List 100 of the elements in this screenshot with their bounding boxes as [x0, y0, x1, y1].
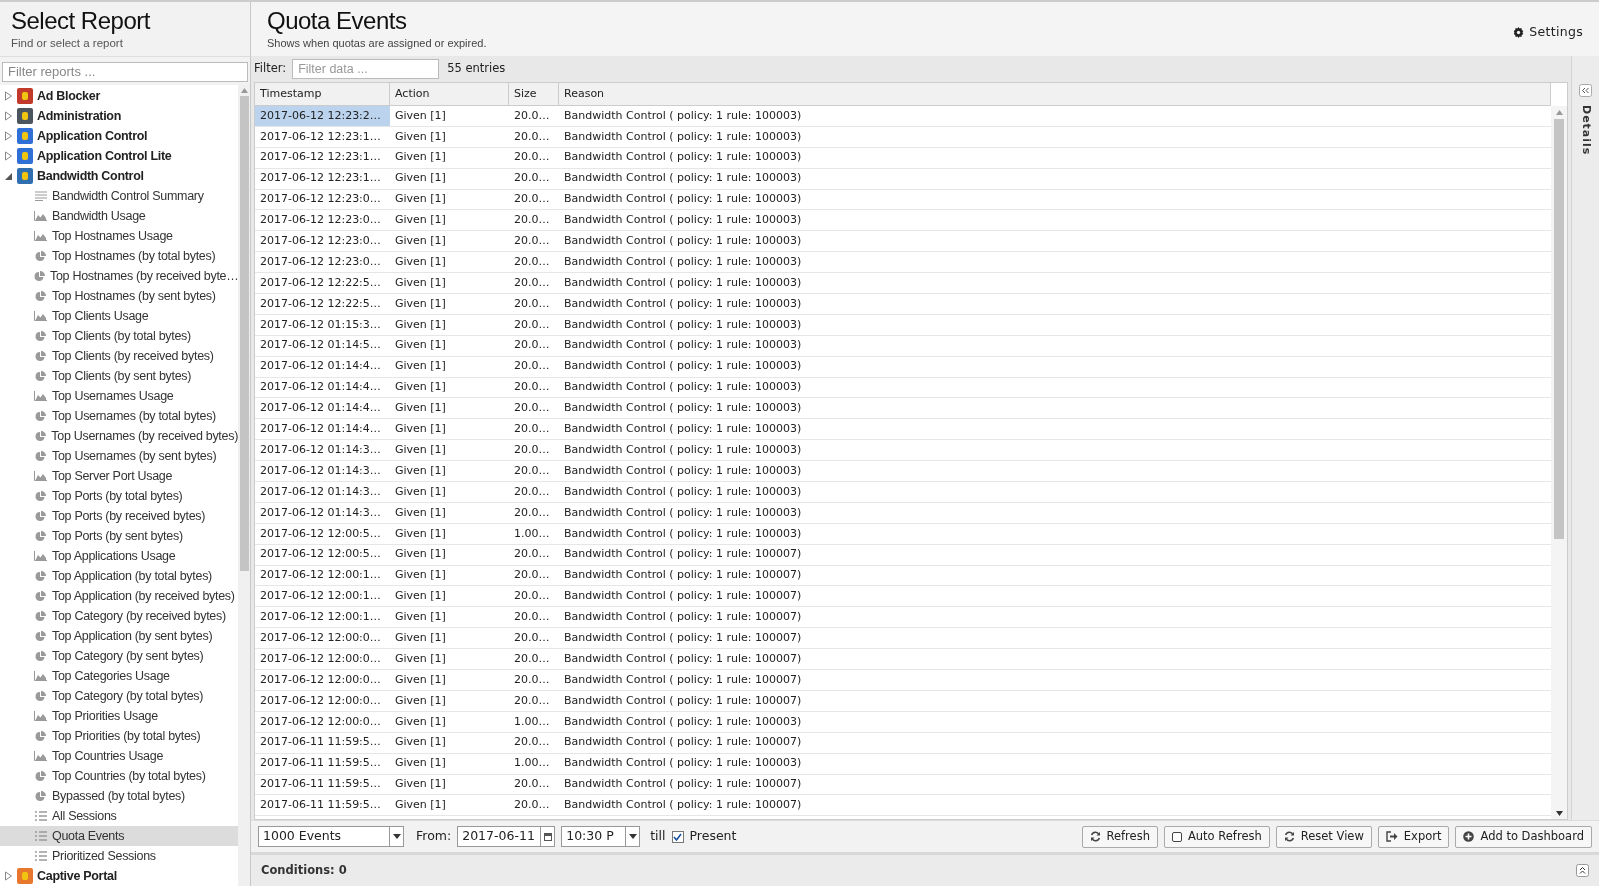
report-item[interactable]: Top Category (by sent bytes)	[0, 646, 238, 667]
report-item[interactable]: Top Applications Usage	[0, 546, 238, 567]
report-item[interactable]: All Sessions	[0, 806, 238, 827]
table-cell-text: 2017-06-12 01:14:4…	[259, 358, 382, 375]
expand-triangle-icon[interactable]	[4, 151, 13, 162]
table-cell-text: 2017-06-11 11:59:5…	[259, 797, 382, 814]
report-item[interactable]: Top Hostnames (by received byte…	[0, 266, 238, 287]
report-item[interactable]: Top Clients (by total bytes)	[0, 326, 238, 347]
table-cell-text: 2017-06-12 12:00:0…	[259, 671, 382, 688]
scroll-up-icon[interactable]	[240, 88, 248, 94]
category-label[interactable]: Ad Blocker	[37, 86, 100, 106]
expand-triangle-icon[interactable]	[4, 131, 13, 142]
table-cell-text: Bandwidth Control ( policy: 1 rule: 100003)	[563, 316, 803, 333]
report-item[interactable]: Top Clients (by received bytes)	[0, 346, 238, 367]
toolbar-button[interactable]: Reset View	[1275, 825, 1372, 848]
from-time-field[interactable]: 10:30 P	[561, 826, 641, 847]
pie-chart-icon	[35, 530, 46, 542]
category-label[interactable]: Application Control	[37, 126, 148, 146]
report-item[interactable]: Top Clients (by sent bytes)	[0, 366, 238, 387]
dropdown-caret-icon	[625, 827, 640, 846]
pie-chart-icon	[35, 610, 46, 622]
table-cell-text: 20.0…	[513, 107, 551, 124]
report-item[interactable]: Top Countries Usage	[0, 746, 238, 767]
report-item[interactable]: Top Application (by received bytes)	[0, 586, 238, 607]
column-header[interactable]: Size	[509, 83, 559, 105]
report-item[interactable]: Top Hostnames Usage	[0, 226, 238, 247]
report-item[interactable]: Top Ports (by received bytes)	[0, 506, 238, 527]
expand-triangle-icon[interactable]	[4, 111, 13, 122]
collapse-triangle-icon[interactable]	[4, 171, 13, 182]
report-item[interactable]: Top Hostnames (by sent bytes)	[0, 286, 238, 307]
table-cell-text: Given [1]	[394, 358, 447, 375]
report-item[interactable]: Quota Events	[0, 826, 238, 847]
expand-triangle-icon[interactable]	[4, 871, 13, 882]
expand-icon[interactable]	[1576, 864, 1589, 877]
report-item[interactable]: Top Priorities (by total bytes)	[0, 726, 238, 747]
sidebar-scrollbar[interactable]	[238, 85, 250, 886]
events-limit-dropdown[interactable]: 1000 Events	[258, 826, 404, 847]
report-item[interactable]: Bypassed (by total bytes)	[0, 786, 238, 807]
table-cell-text: 20.0…	[513, 734, 551, 751]
expand-details-icon[interactable]	[1579, 84, 1592, 97]
table-cell-text: Given [1]	[394, 191, 447, 208]
pie-chart-icon	[34, 270, 45, 282]
from-date-field[interactable]: 2017-06-11	[457, 826, 556, 847]
table-cell-text: Bandwidth Control ( policy: 1 rule: 100003)	[563, 149, 803, 166]
table-cell-text: Bandwidth Control ( policy: 1 rule: 100003)	[563, 379, 803, 396]
sidebar-subtitle: Find or select a report	[11, 36, 124, 51]
column-header[interactable]: Timestamp	[255, 83, 390, 105]
report-item[interactable]: Top Category (by received bytes)	[0, 606, 238, 627]
pie-chart-icon	[35, 790, 46, 802]
report-item[interactable]: Top Countries (by total bytes)	[0, 766, 238, 787]
area-chart-icon	[34, 391, 47, 402]
report-item[interactable]: Top Hostnames (by total bytes)	[0, 246, 238, 267]
report-item[interactable]: Top Application (by sent bytes)	[0, 626, 238, 647]
report-item[interactable]: Top Usernames (by total bytes)	[0, 406, 238, 427]
toolbar-button[interactable]: Add to Dashboard	[1455, 825, 1592, 848]
report-item[interactable]: Top Usernames Usage	[0, 386, 238, 407]
table-cell-text: Given [1]	[394, 379, 447, 396]
report-item[interactable]: Top Server Port Usage	[0, 466, 238, 487]
report-item[interactable]: Top Clients Usage	[0, 306, 238, 327]
details-panel[interactable]: Details	[1571, 56, 1599, 820]
table-cell-text: 2017-06-11 11:59:5…	[259, 776, 382, 793]
pie-chart-icon	[35, 630, 46, 642]
report-item[interactable]: Top Categories Usage	[0, 666, 238, 687]
table-cell-text: Bandwidth Control ( policy: 1 rule: 100003)	[563, 170, 803, 187]
category-label[interactable]: Administration	[37, 106, 121, 126]
present-checkbox[interactable]	[671, 830, 684, 843]
expand-triangle-icon[interactable]	[4, 91, 13, 102]
table-cell-text: 20.0…	[513, 233, 551, 250]
table-cell-text: Bandwidth Control ( policy: 1 rule: 100003)	[563, 233, 803, 250]
table-cell-text: Given [1]	[394, 316, 447, 333]
toolbar-button[interactable]: Refresh	[1081, 825, 1158, 848]
report-item[interactable]: Prioritized Sessions	[0, 846, 238, 867]
entries-count: 55 entries	[447, 60, 506, 78]
table-cell-text: Bandwidth Control ( policy: 1 rule: 100003)	[563, 462, 803, 479]
area-chart-icon	[34, 311, 47, 322]
toolbar-button[interactable]: Export	[1377, 825, 1450, 848]
report-item[interactable]: Top Category (by total bytes)	[0, 686, 238, 707]
till-label: till	[650, 827, 666, 846]
settings-button[interactable]: Settings	[1513, 23, 1583, 42]
toolbar-button[interactable]: Auto Refresh	[1163, 825, 1270, 848]
scroll-up-icon[interactable]	[1555, 110, 1563, 115]
report-item[interactable]: Top Application (by total bytes)	[0, 566, 238, 587]
table-scrollbar[interactable]	[1551, 106, 1567, 819]
report-item[interactable]: Top Usernames (by received bytes)	[0, 426, 238, 447]
report-item[interactable]: Top Ports (by sent bytes)	[0, 526, 238, 547]
category-label[interactable]: Bandwidth Control	[37, 166, 144, 186]
filter-reports-field[interactable]: Filter reports ...	[2, 61, 248, 82]
category-label[interactable]: Application Control Lite	[37, 146, 172, 166]
report-item[interactable]: Top Usernames (by sent bytes)	[0, 446, 238, 467]
report-item[interactable]: Bandwidth Usage	[0, 206, 238, 227]
report-item[interactable]: Bandwidth Control Summary	[0, 186, 238, 207]
report-item[interactable]: Top Ports (by total bytes)	[0, 486, 238, 507]
category-label[interactable]: Captive Portal	[37, 866, 117, 886]
column-header[interactable]: Reason	[559, 83, 1551, 105]
table-cell-text: Given [1]	[394, 797, 447, 814]
column-header[interactable]: Action	[390, 83, 509, 105]
report-item[interactable]: Top Priorities Usage	[0, 706, 238, 727]
filter-data-field[interactable]: Filter data ...	[292, 59, 440, 79]
scroll-down-icon[interactable]	[1555, 811, 1563, 816]
calendar-icon	[540, 827, 555, 846]
